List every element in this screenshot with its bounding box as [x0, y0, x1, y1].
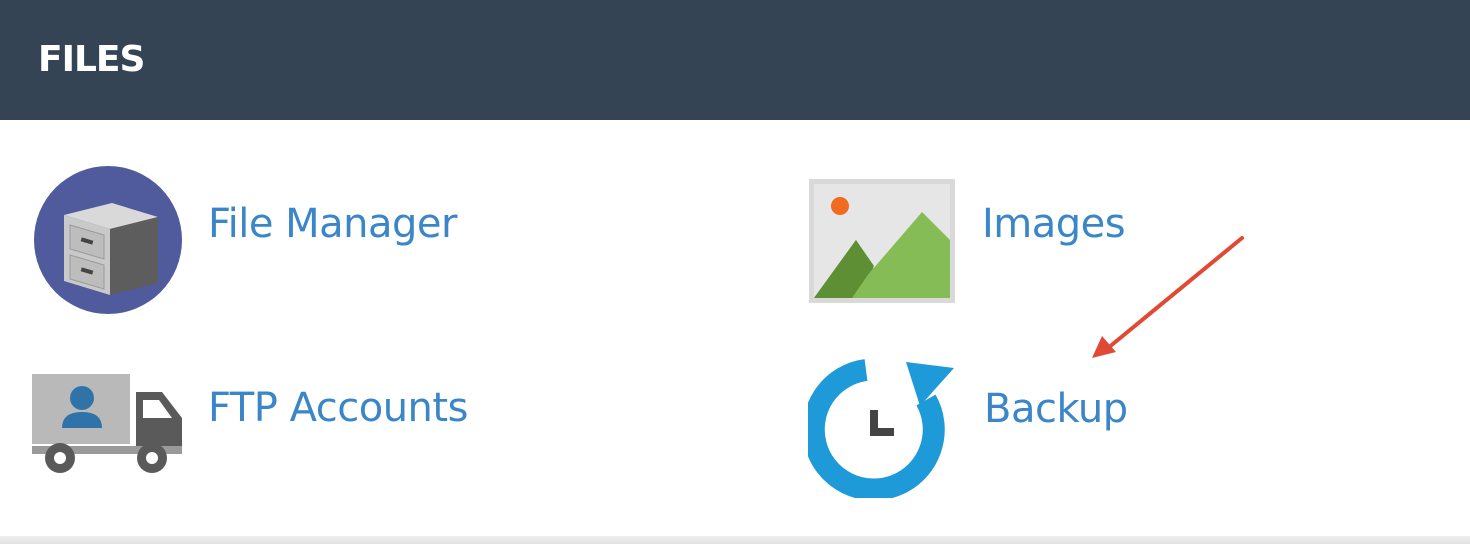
- images-label: Images: [982, 201, 1126, 247]
- ftp-accounts-label: FTP Accounts: [208, 385, 468, 431]
- ftp-truck-icon: [32, 370, 184, 476]
- backup-clock-icon: [802, 348, 958, 501]
- file-cabinet-icon: [32, 165, 182, 315]
- ftp-accounts-link[interactable]: FTP Accounts: [32, 370, 492, 480]
- file-manager-link[interactable]: File Manager: [30, 165, 490, 315]
- file-manager-label: File Manager: [208, 201, 457, 247]
- image-icon: [808, 178, 956, 304]
- section-header: FILES: [0, 0, 1470, 120]
- section-title: FILES: [38, 39, 145, 80]
- backup-link[interactable]: Backup: [802, 348, 1148, 501]
- files-panel: FILES File Manager Images FTP Accounts B…: [0, 0, 1470, 544]
- panel-bottom-border: [0, 536, 1470, 544]
- images-link[interactable]: Images: [808, 178, 1148, 306]
- backup-label: Backup: [984, 386, 1128, 432]
